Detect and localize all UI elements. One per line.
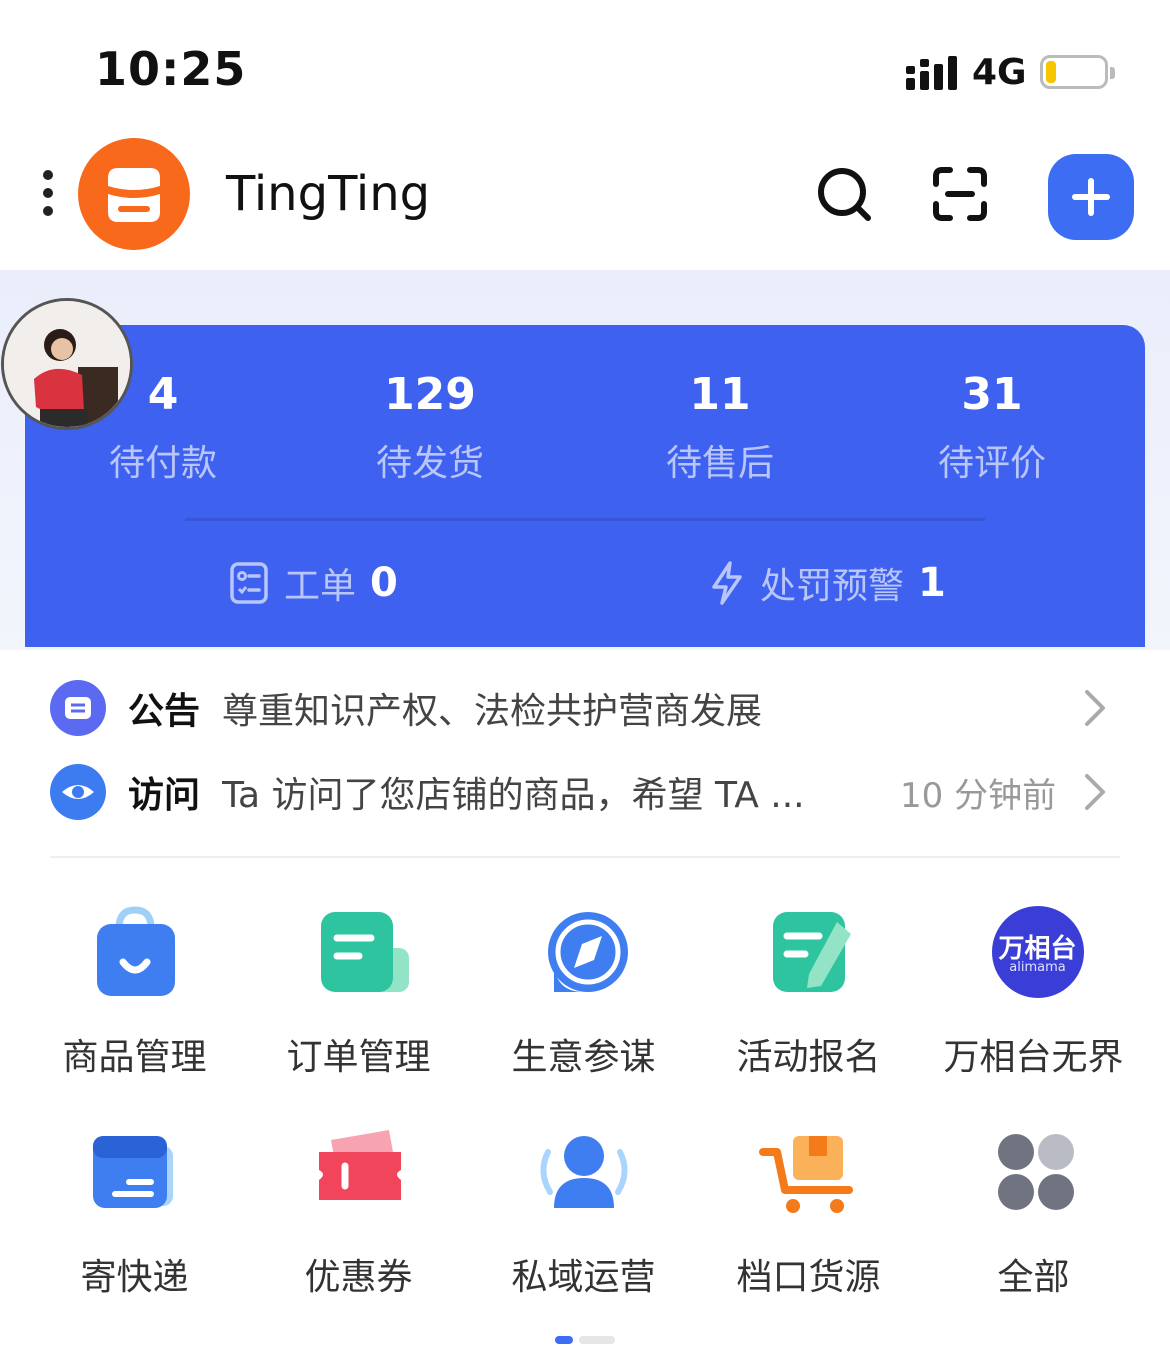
chevron-right-icon [1085,774,1105,810]
stat-pending-shipment[interactable]: 129 待发货 [330,369,530,486]
stat-pending-review[interactable]: 31 待评价 [892,369,1092,486]
status-time: 10:25 [95,42,247,96]
work-order-count: 0 [370,560,398,606]
notice-text: 尊重知识产权、法检共护营商发展 [222,691,763,732]
stat-label: 待评价 [937,443,1046,484]
announcement-row[interactable]: 公告 尊重知识产权、法检共护营商发展 [50,678,1120,738]
battery-icon [1040,55,1115,89]
visit-row[interactable]: 访问 Ta 访问了您店铺的商品，希望 TA ... 10 分钟前 [50,762,1120,822]
compass-icon [534,902,634,1002]
signal-icon [906,56,957,90]
private-domain-icon [534,1122,634,1222]
penalty-warning-count: 1 [918,560,946,606]
add-button[interactable] [1048,154,1134,240]
order-stats-panel: 4 待付款 129 待发货 11 待售后 31 待评价 工单 0 处罚预警 1 [25,325,1145,647]
plus-icon [1072,178,1110,216]
divider [50,856,1120,858]
work-order-item[interactable]: 工单 0 [230,557,398,609]
stat-value: 129 [384,369,476,420]
grid-label: 商品管理 [62,1037,207,1078]
stat-label: 待发货 [375,443,484,484]
wanxiangtai-icon: 万相台 alimama [984,902,1084,1002]
announcement-icon [50,680,106,736]
express-icon [85,1122,185,1222]
grid-label: 万相台无界 [943,1037,1124,1078]
grid-item-all[interactable]: 全部 [921,1122,1146,1300]
grid-item-stall-supply[interactable]: 档口货源 [696,1122,921,1300]
signup-icon [759,902,859,1002]
grid-item-express[interactable]: 寄快递 [22,1122,247,1300]
grid-label: 优惠券 [304,1257,413,1298]
eye-icon [50,764,106,820]
stat-value: 11 [689,369,751,420]
stat-after-sales[interactable]: 11 待售后 [620,369,820,486]
notice-title: 公告 [128,691,201,732]
grid-label: 档口货源 [736,1257,881,1298]
notice-text: Ta 访问了您店铺的商品，希望 TA ... [222,775,805,816]
stat-label: 待售后 [665,443,774,484]
store-name[interactable]: TingTing [226,166,430,222]
grid-label: 寄快递 [80,1257,189,1298]
grid-item-coupon[interactable]: 优惠券 [246,1122,471,1300]
status-bar: 10:25 4G [0,0,1170,130]
order-icon [309,902,409,1002]
stat-label: 待付款 [108,443,217,484]
grid-item-wanxiangtai[interactable]: 万相台 alimama 万相台无界 [921,902,1146,1080]
lightning-icon [712,561,742,605]
penalty-warning-label: 处罚预警 [760,566,905,607]
store-logo-icon[interactable] [78,138,190,250]
more-menu-icon[interactable] [40,170,56,220]
grid-item-order-management[interactable]: 订单管理 [246,902,471,1080]
work-order-icon [230,562,268,604]
all-apps-icon [984,1122,1084,1222]
search-icon[interactable] [814,164,874,224]
grid-item-business-advisor[interactable]: 生意参谋 [471,902,696,1080]
wanxiangtai-logo-sub: alimama [1009,960,1066,975]
grid-item-private-domain[interactable]: 私域运营 [471,1122,696,1300]
grid-label: 订单管理 [286,1037,431,1078]
grid-item-event-signup[interactable]: 活动报名 [696,902,921,1080]
notice-time: 10 分钟前 [900,775,1057,816]
network-type: 4G [972,52,1027,93]
shopping-bag-icon [85,902,185,1002]
chevron-right-icon [1085,690,1105,726]
grid-item-product-management[interactable]: 商品管理 [22,902,247,1080]
notice-title: 访问 [128,775,201,816]
grid-label: 全部 [997,1257,1070,1298]
grid-label: 生意参谋 [511,1037,656,1078]
cart-icon [758,1122,859,1222]
scan-icon[interactable] [930,164,990,224]
grid-label: 活动报名 [736,1037,881,1078]
divider [185,518,985,521]
avatar[interactable] [1,298,133,430]
header: TingTing [0,130,1170,270]
grid-label: 私域运营 [511,1257,656,1298]
stat-value: 31 [961,369,1023,420]
penalty-warning-item[interactable]: 处罚预警 1 [710,557,946,609]
coupon-icon [309,1122,409,1222]
work-order-label: 工单 [284,566,357,607]
